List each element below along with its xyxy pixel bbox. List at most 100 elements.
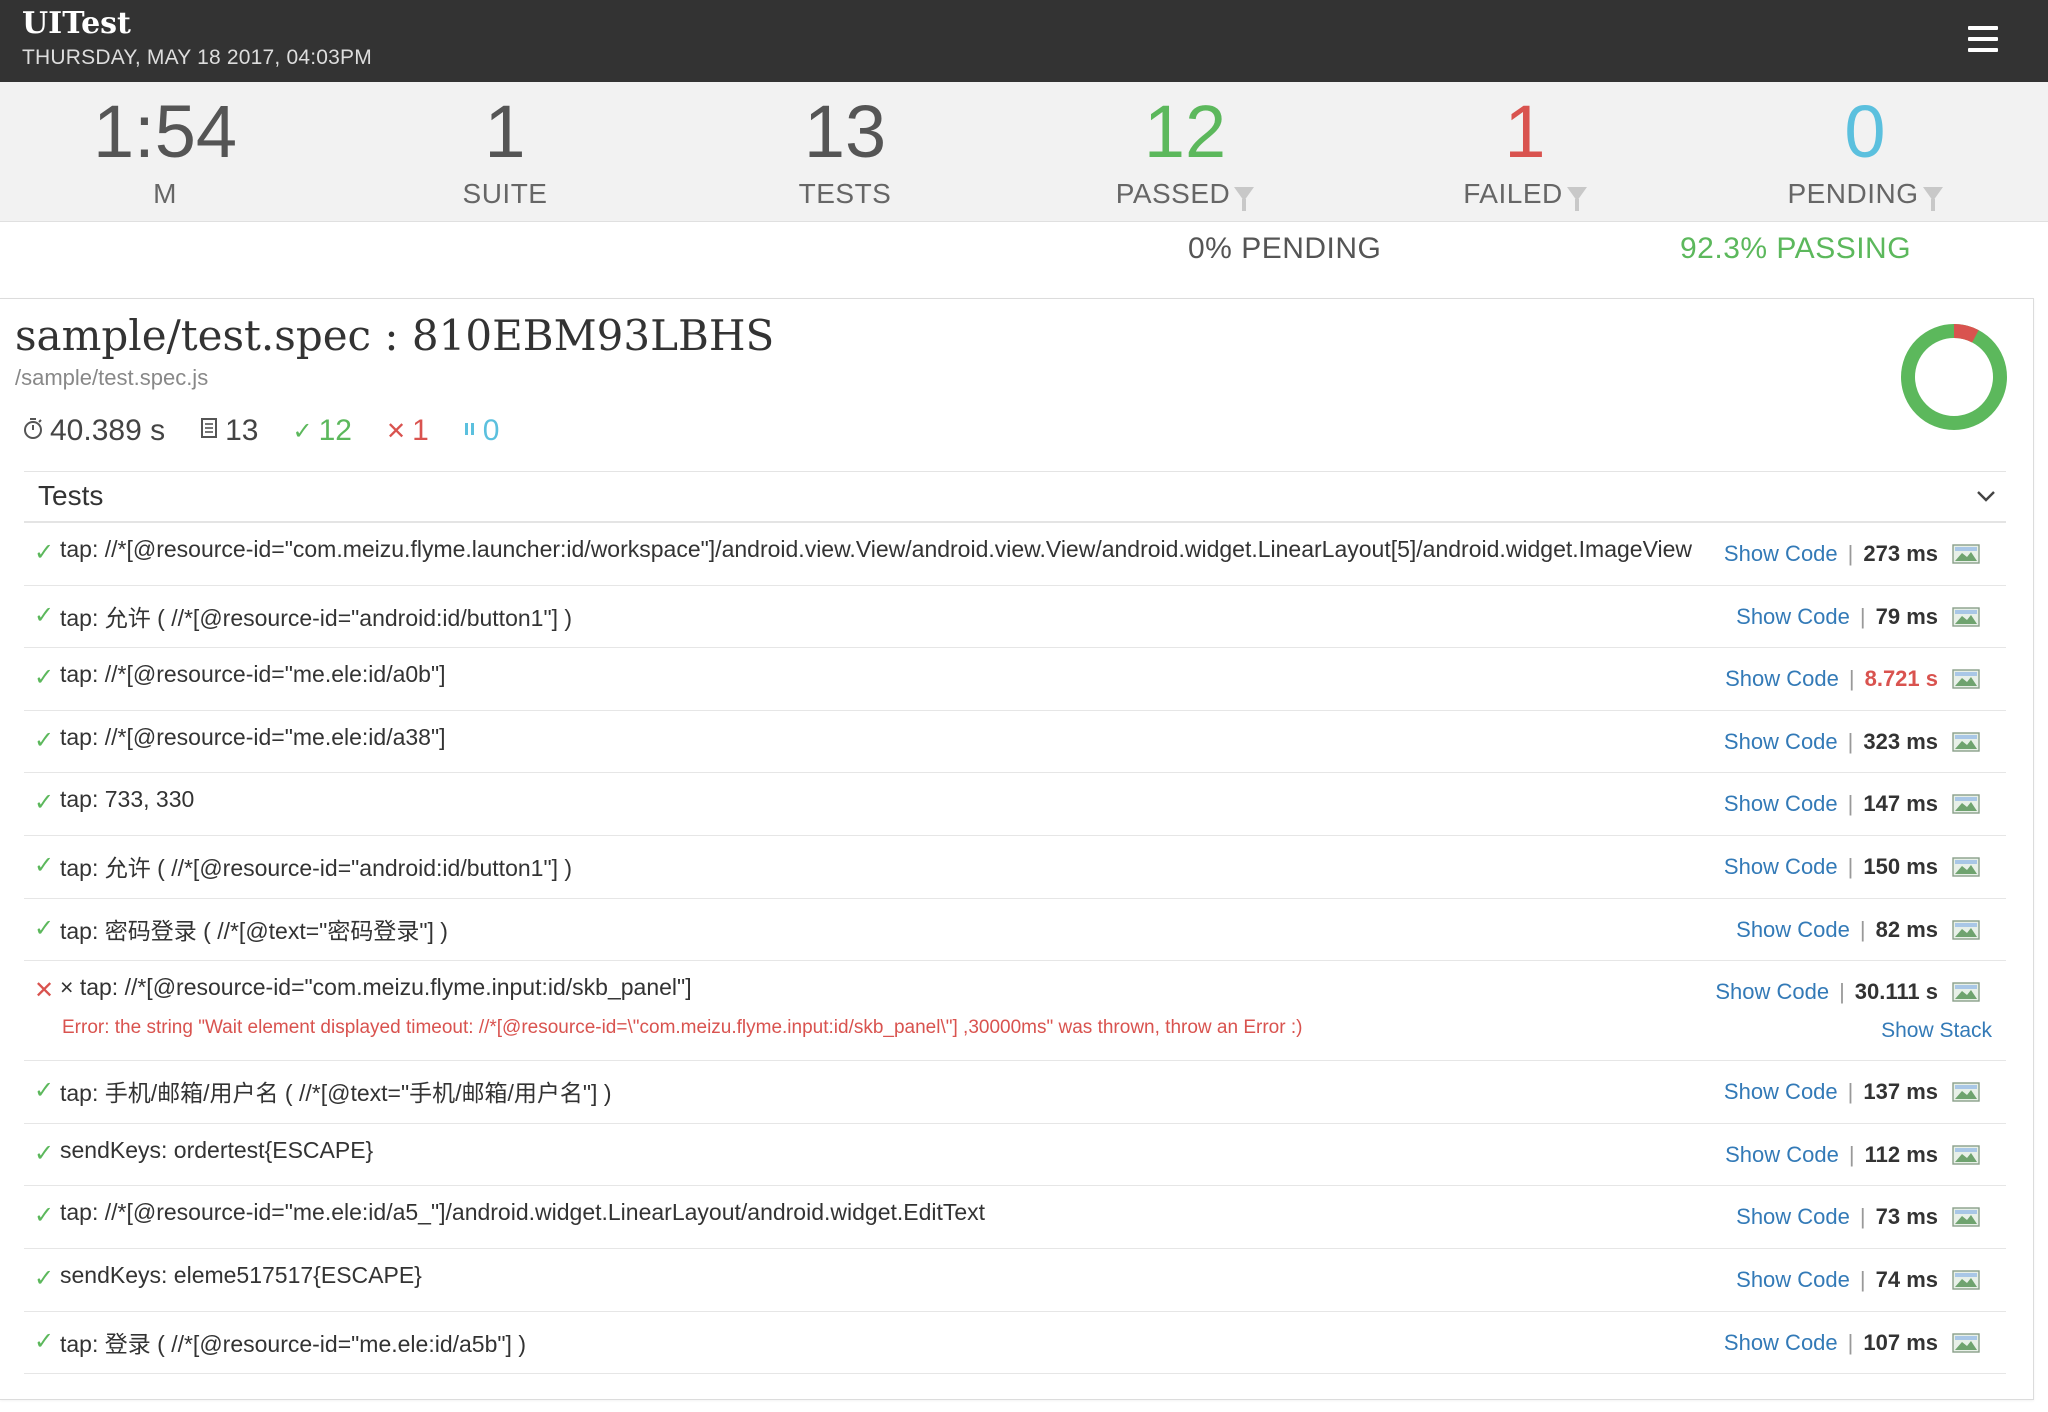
test-actions: Show Code | 273 ms <box>1724 539 1980 569</box>
hamburger-menu-icon[interactable] <box>1968 26 1998 52</box>
show-code-link[interactable]: Show Code <box>1736 1267 1850 1293</box>
screenshot-icon[interactable] <box>1952 544 1980 564</box>
test-row: ✓ tap: 允许 ( //*[@resource-id="android:id/… <box>24 836 2006 899</box>
separator: | <box>1847 853 1854 879</box>
separator: | <box>1839 979 1845 1005</box>
check-icon: ✓ <box>34 851 55 879</box>
test-row: ✓ tap: //*[@resource-id="me.ele:id/a0b"] S… <box>24 648 2006 711</box>
test-duration: 79 ms <box>1875 603 1938 629</box>
screenshot-icon[interactable] <box>1952 1207 1980 1228</box>
chevron-down-icon[interactable] <box>1974 484 1998 508</box>
stat-value: 12 <box>1143 90 1227 173</box>
filter-icon[interactable] <box>1234 187 1255 211</box>
stat-tests: 13 TESTS <box>675 82 1015 222</box>
screenshot-icon[interactable] <box>1952 1270 1980 1290</box>
test-duration: 73 ms <box>1875 1204 1938 1230</box>
show-code-link[interactable]: Show Code <box>1725 666 1839 692</box>
screenshot-icon[interactable] <box>1952 1082 1980 1102</box>
filter-icon[interactable] <box>1922 187 1943 211</box>
separator: | <box>1847 791 1854 817</box>
screenshot-icon[interactable] <box>1952 1145 1980 1165</box>
error-message: Error: the string "Wait element displaye… <box>62 1017 1303 1039</box>
test-duration: 74 ms <box>1875 1266 1938 1292</box>
check-icon: ✓ <box>292 417 313 445</box>
screenshot-icon[interactable] <box>1952 669 1980 689</box>
show-code-link[interactable]: Show Code <box>1736 917 1850 943</box>
suite-duration: 40.389 s <box>22 414 165 448</box>
show-code-link[interactable]: Show Code <box>1736 604 1850 630</box>
test-row: ✓ tap: 手机/邮箱/用户名 ( //*[@text="手机/邮箱/用户名"]… <box>24 1061 2006 1124</box>
test-row: ✓ tap: //*[@resource-id="com.meizu.flyme.… <box>24 523 2006 586</box>
stat-label: FAILED <box>1463 178 1563 209</box>
check-icon: ✓ <box>34 1264 55 1292</box>
screenshot-icon[interactable] <box>1952 982 1980 1002</box>
test-name: tap: 733, 330 <box>60 786 195 813</box>
suite-tests-value: 13 <box>225 414 259 447</box>
test-name: tap: //*[@resource-id="me.ele:id/a38"] <box>60 723 446 750</box>
test-name: tap: //*[@resource-id="me.ele:id/a5_"]/a… <box>60 1199 986 1226</box>
test-actions: Show Code | 147 ms <box>1724 789 1980 819</box>
test-actions: Show Code | 73 ms <box>1736 1202 1980 1232</box>
separator: | <box>1859 1204 1866 1230</box>
show-code-link[interactable]: Show Code <box>1725 1142 1839 1168</box>
stat-value: 1:54 <box>92 90 238 173</box>
test-duration: 8.721 s <box>1864 666 1938 692</box>
screenshot-icon[interactable] <box>1952 732 1980 752</box>
screenshot-icon[interactable] <box>1952 1332 1980 1353</box>
separator: | <box>1847 541 1854 566</box>
stat-pending[interactable]: 0 PENDING <box>1695 82 2035 222</box>
check-icon: ✓ <box>34 789 55 817</box>
show-code-link[interactable]: Show Code <box>1724 1330 1838 1356</box>
separator: | <box>1848 666 1855 692</box>
stat-failed[interactable]: 1 FAILED <box>1355 82 1695 222</box>
show-code-link[interactable]: Show Code <box>1724 541 1838 567</box>
screenshot-icon[interactable] <box>1952 606 1980 627</box>
show-stack-link[interactable]: Show Stack <box>1881 1019 1992 1043</box>
test-row: ✓ tap: 733, 330 Show Code | 147 ms <box>24 773 2006 836</box>
suite-card: sample/test.spec : 810EBM93LBHS /sample/… <box>0 298 2034 1400</box>
show-code-link[interactable]: Show Code <box>1736 1204 1850 1230</box>
cross-icon: ✕ <box>34 977 55 1005</box>
test-row: ✓ tap: 允许 ( //*[@resource-id="android:id/… <box>24 586 2006 649</box>
show-code-link[interactable]: Show Code <box>1724 854 1838 880</box>
check-icon: ✓ <box>34 601 55 629</box>
show-code-link[interactable]: Show Code <box>1715 979 1829 1005</box>
test-name: tap: //*[@resource-id="me.ele:id/a0b"] <box>60 661 446 688</box>
suite-pending: 0 <box>463 414 499 448</box>
list-icon <box>199 416 219 447</box>
screenshot-icon[interactable] <box>1952 794 1980 815</box>
test-duration: 323 ms <box>1863 728 1938 754</box>
check-icon: ✓ <box>34 664 55 692</box>
screenshot-icon[interactable] <box>1952 919 1980 940</box>
donut-fail-arc <box>1953 324 1979 343</box>
report-date: THURSDAY, MAY 18 2017, 04:03PM <box>22 46 372 69</box>
screenshot-icon[interactable] <box>1952 857 1980 877</box>
test-row: ✓ tap: //*[@resource-id="me.ele:id/a38"] S… <box>24 711 2006 774</box>
test-actions: Show Code | 137 ms <box>1724 1077 1980 1107</box>
app-title: UITest <box>22 6 131 41</box>
test-duration: 273 ms <box>1863 541 1938 566</box>
test-row: ✓ tap: 登录 ( //*[@resource-id="me.ele:id/a… <box>24 1312 2006 1375</box>
show-code-link[interactable]: Show Code <box>1724 729 1838 755</box>
stat-value: 0 <box>1844 90 1886 173</box>
pause-icon <box>463 417 477 445</box>
stat-value: 13 <box>803 90 887 173</box>
test-name: sendKeys: ordertest{ESCAPE} <box>60 1136 374 1163</box>
show-code-link[interactable]: Show Code <box>1724 1079 1838 1105</box>
test-name: tap: 密码登录 ( //*[@text="密码登录"] ) <box>60 917 448 944</box>
stat-value: 1 <box>1504 90 1546 173</box>
test-actions: Show Code | 107 ms <box>1724 1328 1980 1358</box>
tests-section-header[interactable]: Tests <box>24 471 2006 523</box>
suite-passed-value: 12 <box>318 414 352 447</box>
test-actions: Show Code | 112 ms <box>1725 1140 1980 1170</box>
separator: | <box>1847 1079 1854 1105</box>
test-actions: Show Code | 82 ms <box>1736 915 1980 945</box>
separator: | <box>1847 1329 1854 1355</box>
stat-label: TESTS <box>798 178 892 209</box>
test-duration: 107 ms <box>1863 1329 1938 1355</box>
test-actions: Show Code | 150 ms <box>1724 852 1980 882</box>
test-row: ✕ × tap: //*[@resource-id="com.meizu.flym… <box>24 961 2006 1062</box>
stat-passed[interactable]: 12 PASSED <box>1015 82 1355 222</box>
filter-icon[interactable] <box>1566 187 1587 211</box>
show-code-link[interactable]: Show Code <box>1724 791 1838 817</box>
